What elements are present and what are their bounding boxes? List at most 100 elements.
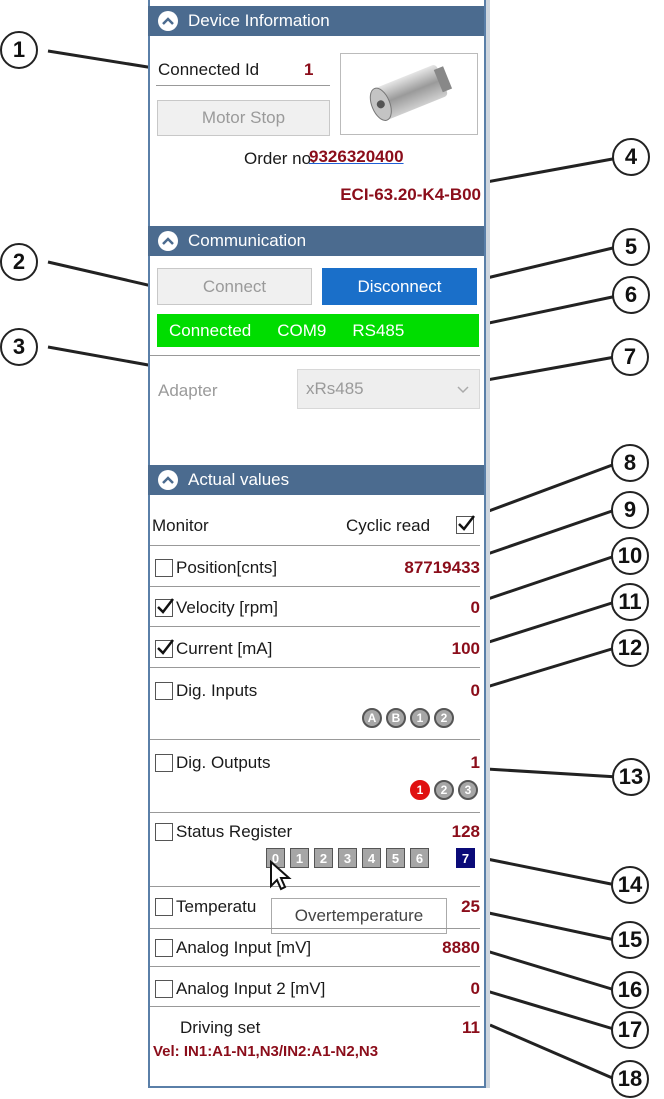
analog-input-value: 8880 [442, 938, 480, 957]
dig-output-1-indicator: 1 [410, 780, 430, 800]
velocity-value: 0 [470, 598, 480, 617]
velocity-label: Velocity [rpm] [176, 598, 279, 617]
device-info-title: Device Information [188, 11, 330, 30]
dig-outputs-checkbox[interactable] [155, 754, 173, 772]
chevron-up-icon[interactable] [158, 231, 178, 251]
disconnect-button[interactable]: Disconnect [322, 268, 477, 305]
analog-input-checkbox[interactable] [155, 939, 173, 957]
dig-inputs-checkbox[interactable] [155, 682, 173, 700]
callout-17: 17 [611, 1011, 649, 1049]
motor-image [340, 53, 478, 135]
analog-input-2-label: Analog Input 2 [mV] [176, 979, 326, 998]
velocity-checkbox[interactable] [155, 598, 174, 617]
callout-8: 8 [611, 444, 649, 482]
divider [150, 812, 480, 813]
divider [150, 928, 480, 929]
status-register-value: 128 [451, 822, 480, 841]
cyclic-read-label: Cyclic read [346, 516, 431, 535]
callout-15: 15 [611, 921, 649, 959]
connected-id-label: Connected Id [158, 60, 260, 79]
temperature-label: Temperatu [176, 897, 257, 916]
divider [150, 626, 480, 627]
status-bit-7[interactable]: 7 [456, 848, 475, 868]
adapter-select[interactable]: xRs485 [297, 369, 480, 409]
dig-inputs-value: 0 [470, 681, 480, 700]
status-port: COM9 [277, 320, 327, 340]
callout-3: 3 [0, 328, 38, 366]
status-register-checkbox[interactable] [155, 823, 173, 841]
temperature-value: 25 [461, 897, 480, 916]
order-number-link[interactable]: 9326320400 [309, 147, 404, 167]
actual-values-title: Actual values [188, 470, 290, 489]
position-checkbox[interactable] [155, 559, 173, 577]
status-register-label: Status Register [176, 822, 293, 841]
status-bit-5[interactable]: 5 [386, 848, 405, 868]
dig-input-a-indicator: A [362, 708, 382, 728]
divider [150, 1006, 480, 1007]
dig-outputs-label: Dig. Outputs [176, 753, 271, 772]
dig-input-2-indicator: 2 [434, 708, 454, 728]
status-bit-2[interactable]: 2 [314, 848, 333, 868]
dig-input-1-indicator: 1 [410, 708, 430, 728]
adapter-value: xRs485 [306, 379, 364, 398]
temperature-checkbox[interactable] [155, 898, 173, 916]
callout-14: 14 [611, 866, 649, 904]
dig-outputs-value: 1 [470, 753, 480, 772]
callout-4: 4 [612, 138, 650, 176]
communication-header[interactable]: Communication [148, 226, 484, 256]
divider [150, 355, 480, 356]
divider [156, 85, 330, 86]
status-bit-4[interactable]: 4 [362, 848, 381, 868]
chevron-up-icon[interactable] [158, 11, 178, 31]
communication-title: Communication [188, 231, 307, 250]
driving-set-value: 11 [462, 1018, 480, 1037]
dig-output-3-indicator: 3 [458, 780, 478, 800]
callout-9: 9 [611, 491, 649, 529]
model-name: ECI-63.20-K4-B00 [340, 185, 481, 204]
callout-7: 7 [611, 338, 649, 376]
analog-input-label: Analog Input [mV] [176, 938, 312, 957]
callout-13: 13 [612, 758, 650, 796]
driving-set-detail: Vel: IN1:A1-N1,N3/IN2:A1-N2,N3 [153, 1043, 379, 1060]
divider [150, 667, 480, 668]
current-label: Current [mA] [176, 639, 273, 658]
divider [150, 886, 480, 887]
status-protocol: RS485 [352, 320, 405, 340]
driving-set-label: Driving set [180, 1018, 261, 1037]
chevron-up-icon[interactable] [158, 470, 178, 490]
callout-12: 12 [611, 629, 649, 667]
divider [150, 739, 480, 740]
dig-input-b-indicator: B [386, 708, 406, 728]
analog-input-2-value: 0 [470, 979, 480, 998]
actual-values-header[interactable]: Actual values [148, 465, 484, 495]
status-bit-3[interactable]: 3 [338, 848, 357, 868]
chevron-down-icon [457, 386, 469, 394]
callout-6: 6 [612, 276, 650, 314]
divider [150, 545, 480, 546]
mouse-pointer-icon [270, 860, 292, 891]
dig-output-2-indicator: 2 [434, 780, 454, 800]
connection-status-bar: Connected COM9 RS485 [157, 314, 479, 347]
motor-stop-button[interactable]: Motor Stop [157, 100, 330, 136]
current-checkbox[interactable] [155, 639, 174, 658]
callout-2: 2 [0, 243, 38, 281]
adapter-label: Adapter [158, 381, 218, 400]
connect-button[interactable]: Connect [157, 268, 312, 305]
cyclic-read-checkbox[interactable] [456, 515, 475, 534]
divider [150, 966, 480, 967]
connected-id-value: 1 [304, 60, 314, 79]
callout-1: 1 [0, 31, 38, 69]
status-bit-6[interactable]: 6 [410, 848, 429, 868]
callout-5: 5 [612, 228, 650, 266]
callout-18: 18 [611, 1060, 649, 1098]
position-value: 87719433 [404, 558, 480, 577]
callout-11: 11 [611, 583, 649, 621]
order-no-label: Order no. [244, 149, 316, 168]
callout-16: 16 [611, 971, 649, 1009]
current-value: 100 [451, 639, 480, 658]
callout-10: 10 [611, 537, 649, 575]
position-label: Position[cnts] [176, 558, 278, 577]
device-info-header[interactable]: Device Information [148, 6, 484, 36]
status-connected: Connected [169, 320, 252, 340]
analog-input-2-checkbox[interactable] [155, 980, 173, 998]
